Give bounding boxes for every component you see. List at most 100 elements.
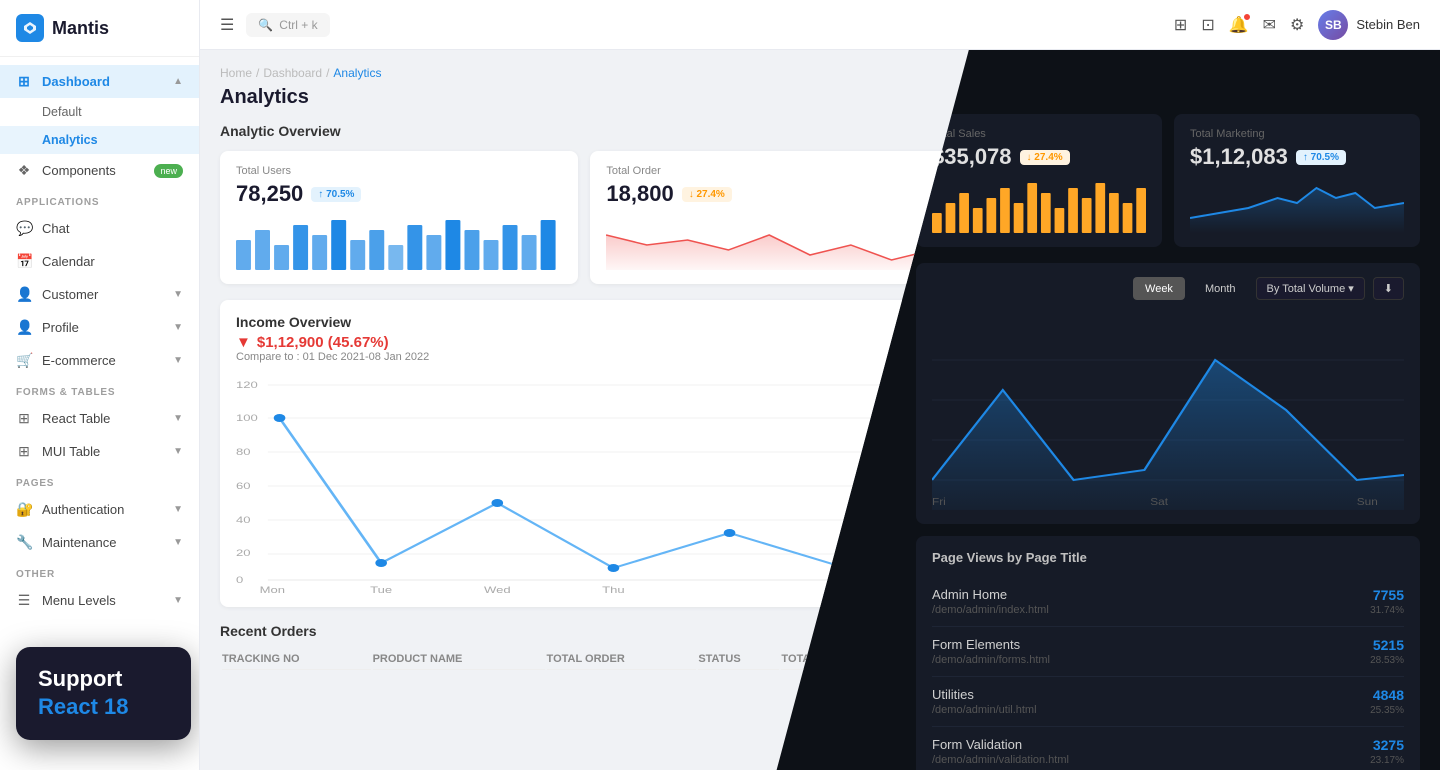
apps-icon[interactable]: ⊡ [1201, 15, 1214, 35]
other-section: Other [0, 559, 199, 584]
mui-table-icon: ⊞ [16, 443, 32, 460]
svg-text:20: 20 [236, 549, 251, 559]
dashboard-icon: ⊞ [16, 73, 32, 90]
mail-icon[interactable]: ✉ [1263, 15, 1276, 35]
svg-text:Wed: Wed [484, 586, 511, 593]
header-search[interactable]: 🔍 Ctrl + k [246, 13, 329, 37]
stat-card-orders-value: 18,800 ↓ 27.4% [606, 181, 932, 207]
table-icon: ⊞ [16, 410, 32, 427]
logo-icon [16, 14, 44, 42]
marketing-chart [1190, 178, 1404, 233]
header-left: ☰ 🔍 Ctrl + k [220, 13, 330, 37]
pv-info: Form Validation /demo/admin/validation.h… [932, 737, 1370, 766]
customer-icon: 👤 [16, 286, 32, 303]
sidebar-item-authentication[interactable]: 🔐 Authentication ▼ [0, 493, 199, 526]
sidebar-item-calendar[interactable]: 📅 Calendar [0, 245, 199, 278]
col-total-order: TOTAL ORDER [547, 649, 697, 670]
sidebar-item-react-table[interactable]: ⊞ React Table ▼ [0, 402, 199, 435]
components-icon: ❖ [16, 162, 32, 179]
settings-icon[interactable]: ⚙ [1290, 15, 1304, 35]
chevron-down-icon-5: ▼ [173, 446, 183, 457]
support-subtitle: React 18 [38, 693, 169, 722]
svg-text:40: 40 [236, 516, 251, 526]
chevron-down-icon: ▼ [173, 289, 183, 300]
stat-card-users: Total Users 78,250 ↑ 70.5% [220, 151, 578, 284]
dark-area-chart: Fri Sat Sun [932, 310, 1404, 510]
svg-text:Mon: Mon [260, 586, 285, 593]
income-line-chart: 120 100 80 60 40 20 0 [236, 373, 933, 593]
sidebar-item-mui-table[interactable]: ⊞ MUI Table ▼ [0, 435, 199, 468]
sidebar-item-customer[interactable]: 👤 Customer ▼ [0, 278, 199, 311]
breadcrumb: Home / Dashboard / Analytics [220, 66, 949, 80]
pv-title: Admin Home [932, 587, 1370, 602]
avatar: SB [1318, 10, 1348, 40]
dark-stat-label-marketing: Total Marketing [1190, 128, 1404, 140]
volume-select[interactable]: By Total Volume ▾ [1256, 277, 1365, 300]
pv-stats: 3275 23.17% [1370, 737, 1404, 766]
menu-toggle-icon[interactable]: ☰ [220, 15, 234, 35]
pv-info: Utilities /demo/admin/util.html [932, 687, 1370, 716]
pv-stats: 7755 31.74% [1370, 587, 1404, 616]
dark-stat-card-sales: Total Sales $35,078 ↓ 27.4% [916, 114, 1162, 247]
dark-stat-cards-area: Total Sales $35,078 ↓ 27.4% [916, 114, 1420, 247]
pv-pct: 25.35% [1370, 705, 1404, 716]
pv-value: 4848 [1370, 687, 1404, 703]
users-badge: ↑ 70.5% [311, 187, 361, 202]
sidebar-sub-analytics[interactable]: Analytics [0, 126, 199, 154]
pv-title: Utilities [932, 687, 1370, 702]
week-button[interactable]: Week [1133, 277, 1185, 300]
stat-card-users-label: Total Users [236, 165, 562, 177]
main-area: ☰ 🔍 Ctrl + k ⊞ ⊡ 🔔 ✉ ⚙ SB Stebin Ben [200, 0, 1440, 770]
svg-text:Tue: Tue [370, 586, 392, 593]
dark-income-chart: Week Month By Total Volume ▾ ⬇ [916, 263, 1420, 524]
analytic-overview-title: Analytic Overview [220, 123, 949, 139]
pv-value: 3275 [1370, 737, 1404, 753]
income-value: ▼ $1,12,900 (45.67%) [236, 334, 933, 351]
stat-card-orders: Total Order 18,800 ↓ 27.4% [590, 151, 948, 284]
page-view-item: Utilities /demo/admin/util.html 4848 25.… [932, 677, 1404, 727]
page-views-title: Page Views by Page Title [932, 550, 1404, 565]
sidebar-item-ecommerce[interactable]: 🛒 E-commerce ▼ [0, 344, 199, 377]
pv-stats: 5215 28.53% [1370, 637, 1404, 666]
svg-text:120: 120 [236, 381, 258, 391]
sidebar-item-components[interactable]: ❖ Components new [0, 154, 199, 187]
month-button[interactable]: Month [1193, 277, 1248, 300]
svg-text:Sun: Sun [1357, 497, 1378, 508]
content-area: Total Sales $35,078 ↓ 27.4% [200, 50, 1440, 770]
dark-stat-value-sales: $35,078 ↓ 27.4% [932, 144, 1146, 170]
download-button[interactable]: ⬇ [1373, 277, 1404, 300]
sidebar-item-maintenance[interactable]: 🔧 Maintenance ▼ [0, 526, 199, 559]
income-header: Income Overview [236, 314, 933, 330]
dark-stat-value-marketing: $1,12,083 ↑ 70.5% [1190, 144, 1404, 170]
sidebar-sub-default[interactable]: Default [0, 98, 199, 126]
dark-stat-label-sales: Total Sales [932, 128, 1146, 140]
sidebar-item-menu-levels[interactable]: ☰ Menu Levels ▼ [0, 584, 199, 617]
header-right: ⊞ ⊡ 🔔 ✉ ⚙ SB Stebin Ben [1174, 10, 1420, 40]
user-menu[interactable]: SB Stebin Ben [1318, 10, 1420, 40]
search-icon: 🔍 [258, 18, 273, 32]
pv-pct: 28.53% [1370, 655, 1404, 666]
notification-icon[interactable]: 🔔 [1229, 15, 1249, 35]
header: ☰ 🔍 Ctrl + k ⊞ ⊡ 🔔 ✉ ⚙ SB Stebin Ben [200, 0, 1440, 50]
support-title: Support [38, 665, 169, 694]
page-view-item: Form Elements /demo/admin/forms.html 521… [932, 627, 1404, 677]
sidebar-item-chat[interactable]: 💬 Chat [0, 212, 199, 245]
menu-icon: ☰ [16, 592, 32, 609]
users-bar-chart [236, 215, 562, 270]
grid-icon[interactable]: ⊞ [1174, 15, 1187, 35]
svg-text:Sat: Sat [1150, 497, 1168, 508]
user-name: Stebin Ben [1356, 17, 1420, 32]
chat-icon: 💬 [16, 220, 32, 237]
pv-info: Form Elements /demo/admin/forms.html [932, 637, 1370, 666]
notification-badge [1243, 13, 1251, 21]
sidebar-item-profile[interactable]: 👤 Profile ▼ [0, 311, 199, 344]
pv-pct: 23.17% [1370, 755, 1404, 766]
auth-icon: 🔐 [16, 501, 32, 518]
profile-icon: 👤 [16, 319, 32, 336]
page-title: Analytics [220, 86, 949, 109]
stat-card-orders-label: Total Order [606, 165, 932, 177]
income-controls: Week Month By Total Volume ▾ ⬇ [932, 277, 1404, 300]
sidebar-item-dashboard[interactable]: ⊞ Dashboard ▲ [0, 65, 199, 98]
svg-text:0: 0 [236, 576, 243, 586]
income-compare: Compare to : 01 Dec 2021-08 Jan 2022 [236, 351, 933, 363]
